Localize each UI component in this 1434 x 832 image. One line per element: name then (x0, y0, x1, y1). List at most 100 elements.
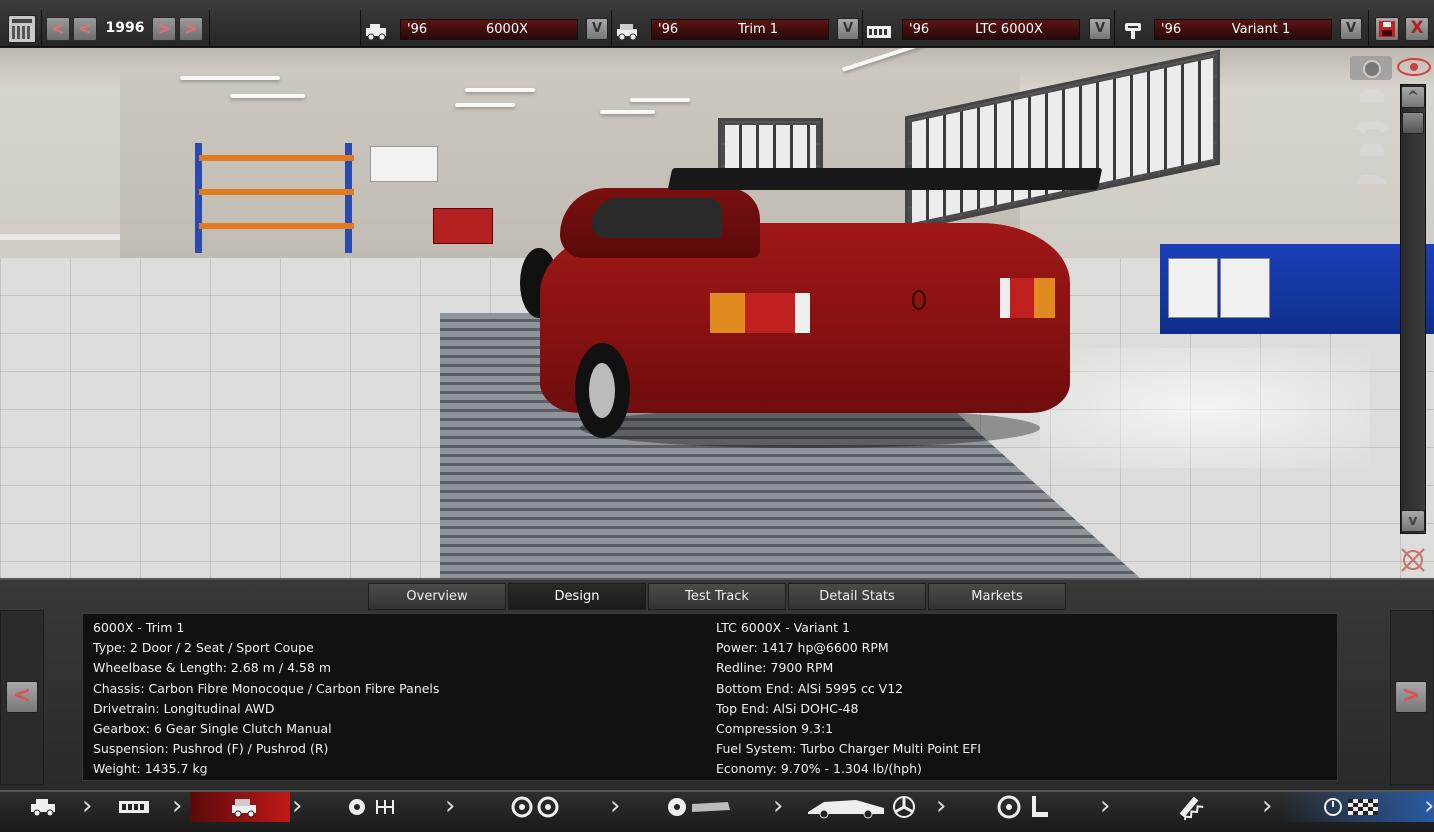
scroll-down-button[interactable]: v (1401, 510, 1425, 532)
trim-year: '96 (658, 22, 679, 37)
model-year: '96 (407, 22, 428, 37)
divider (360, 10, 361, 46)
next-page-button[interactable]: > (1395, 681, 1427, 713)
model-dropdown-button[interactable]: V (586, 18, 608, 40)
car-model-render[interactable] (520, 168, 1103, 448)
chevron-right-icon: › (292, 791, 303, 821)
variant-selector[interactable]: '96 Variant 1 (1154, 19, 1332, 40)
camera-icon[interactable] (1350, 56, 1392, 80)
trim-dropdown-button[interactable]: V (837, 18, 859, 40)
spec-power: Power: 1417 hp@6600 RPM (716, 640, 889, 656)
divider (611, 10, 612, 46)
trim-spec-column: 6000X - Trim 1 Type: 2 Door / 2 Seat / S… (93, 618, 439, 780)
toolbox (433, 208, 493, 244)
tab-overview[interactable]: Overview (368, 583, 506, 610)
engine-selector[interactable]: '96 LTC 6000X (902, 19, 1080, 40)
car-model-icon (366, 24, 386, 41)
angle-view-icon[interactable] (1354, 170, 1390, 188)
engine-block-icon[interactable] (118, 798, 150, 816)
ceiling-light (455, 103, 515, 107)
piston-icon (1125, 23, 1141, 39)
tab-test-track[interactable]: Test Track (648, 583, 786, 610)
storage-shelf (195, 143, 360, 253)
ceiling-light (230, 94, 305, 98)
trim-icon[interactable] (229, 796, 261, 818)
divider (41, 10, 42, 46)
rear-view-icon[interactable] (1354, 142, 1390, 160)
tail-light (710, 293, 810, 333)
trim-title: 6000X - Trim 1 (93, 620, 185, 635)
top-bar: < < 1996 > > '96 6000X V '96 Trim 1 V '9… (0, 0, 1434, 47)
prev-page-button[interactable]: < (6, 681, 38, 713)
chevron-right-icon: › (1100, 791, 1111, 821)
calendar-icon[interactable] (8, 15, 36, 43)
spec-drivetrain: Drivetrain: Longitudinal AWD (93, 700, 275, 716)
year-prev-fast-button[interactable]: < (46, 17, 70, 41)
front-view-icon[interactable] (1354, 88, 1390, 106)
spec-fuel-system: Fuel System: Turbo Charger Multi Point E… (716, 741, 981, 757)
side-view-icon[interactable] (1354, 116, 1390, 134)
year-prev-button[interactable]: < (73, 17, 97, 41)
wheels-icon[interactable] (510, 796, 562, 818)
ceiling-light (600, 110, 655, 114)
chevron-right-icon: › (82, 791, 93, 821)
divider (209, 10, 210, 46)
year-next-button[interactable]: > (152, 17, 176, 41)
model-name: 6000X (486, 22, 528, 37)
variant-dropdown-button[interactable]: V (1340, 18, 1362, 40)
divider (862, 10, 863, 46)
year-next-fast-button[interactable]: > (179, 17, 203, 41)
scroll-thumb[interactable] (1402, 112, 1424, 134)
engine-block-icon (867, 26, 891, 38)
engine-dropdown-button[interactable]: V (1089, 18, 1111, 40)
spec-top-end: Top End: AlSi DOHC-48 (716, 700, 859, 716)
ceiling-light (465, 88, 535, 92)
save-button[interactable] (1375, 17, 1399, 41)
test-finish-icon[interactable] (1322, 796, 1380, 818)
eye-icon[interactable] (1397, 58, 1431, 76)
engine-name: LTC 6000X (975, 22, 1043, 37)
spec-wheelbase: Wheelbase & Length: 2.68 m / 4.58 m (93, 660, 332, 676)
suspension-icon[interactable] (1172, 794, 1206, 820)
tab-detail-stats[interactable]: Detail Stats (788, 583, 926, 610)
chevron-right-icon: › (445, 791, 456, 821)
car-model-icon[interactable] (28, 796, 60, 818)
whiteboard (370, 146, 438, 182)
engine-title: LTC 6000X - Variant 1 (716, 620, 850, 635)
divider (1368, 10, 1369, 46)
trim-icon (617, 24, 637, 41)
spec-redline: Redline: 7900 RPM (716, 660, 834, 676)
interior-seat-icon[interactable] (996, 794, 1052, 820)
trim-name: Trim 1 (737, 22, 779, 37)
spec-summary: 6000X - Trim 1 Type: 2 Door / 2 Seat / S… (82, 613, 1338, 781)
ceiling-light (180, 76, 280, 80)
tab-design[interactable]: Design (508, 583, 646, 610)
variant-year: '96 (1161, 22, 1182, 37)
scroll-up-button[interactable]: ^ (1401, 86, 1425, 108)
sunlight-patch (1040, 348, 1370, 468)
brakes-icon[interactable] (666, 796, 732, 818)
ceiling-light (630, 98, 690, 102)
spec-suspension: Suspension: Pushrod (F) / Pushrod (R) (93, 741, 329, 757)
model-selector[interactable]: '96 6000X (400, 19, 578, 40)
reset-view-icon[interactable] (1398, 545, 1428, 575)
year-display: 1996 (105, 20, 145, 36)
chevron-right-icon: › (172, 791, 183, 821)
aero-fan-icon[interactable] (806, 794, 920, 820)
gearbox-icon[interactable] (345, 796, 401, 818)
chevron-right-icon: › (936, 791, 947, 821)
chevron-right-icon: › (773, 791, 784, 821)
tab-markets[interactable]: Markets (928, 583, 1066, 610)
chevron-right-icon: › (1424, 791, 1434, 821)
zoom-scrollbar[interactable] (1400, 84, 1426, 534)
car-3d-viewport[interactable] (0, 48, 1434, 578)
trim-selector[interactable]: '96 Trim 1 (651, 19, 829, 40)
floppy-disk-icon (1379, 21, 1395, 37)
rear-wing (667, 168, 1103, 190)
variant-name: Variant 1 (1231, 22, 1291, 37)
spec-weight: Weight: 1435.7 kg (93, 761, 208, 777)
spec-gearbox: Gearbox: 6 Gear Single Clutch Manual (93, 720, 332, 736)
close-button[interactable]: X (1405, 17, 1429, 41)
spec-chassis: Chassis: Carbon Fibre Monocoque / Carbon… (93, 680, 440, 696)
blue-cabinet (1160, 244, 1434, 334)
